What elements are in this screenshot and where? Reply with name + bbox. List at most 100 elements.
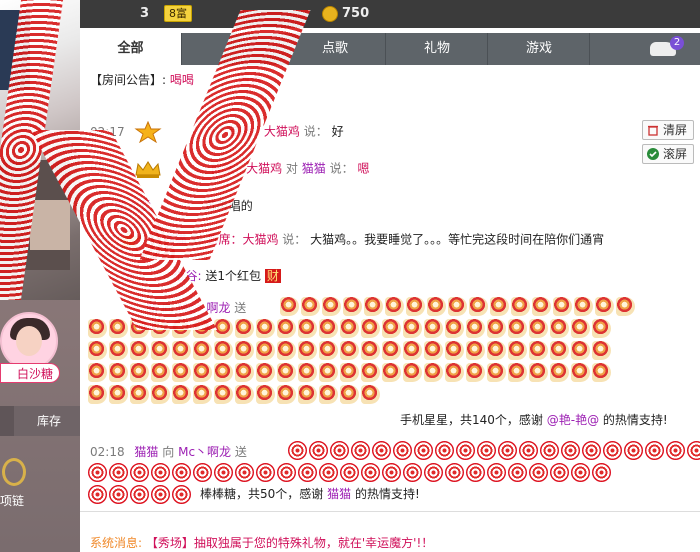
gift-icon-row: [88, 463, 613, 482]
chat-message: 17 猫猫 对 首席：大猫鸡 说： 大猫鸡。。我要睡觉了。。。等忙完这段时间在陪…: [90, 229, 604, 251]
gift-star-icon: [172, 319, 191, 338]
video-stream[interactable]: [0, 0, 80, 300]
gift-star-icon: [214, 341, 233, 360]
message-sender[interactable]: 首席：大猫鸡: [210, 162, 282, 176]
announcement-text-2: 酒酒: [237, 73, 262, 87]
gift-star-icon: [382, 341, 401, 360]
tab-gifts[interactable]: 礼物: [387, 33, 488, 65]
message-recipient[interactable]: 首席：大猫鸡: [228, 125, 300, 139]
tab-song-request[interactable]: 点歌: [285, 33, 386, 65]
gift-sender[interactable]: 猫: [146, 301, 158, 315]
message-to-label: 对: [285, 161, 298, 176]
lollipop-icon: [424, 463, 443, 482]
divider: [80, 511, 700, 512]
lollipop-icon: [130, 463, 149, 482]
gift-recipient[interactable]: Mc丶啊龙: [178, 445, 231, 459]
gift-star-icon: [109, 319, 128, 338]
gift-star-icon: [301, 297, 320, 316]
necklace-icon: [2, 458, 26, 486]
lollipop-icon: [109, 485, 128, 504]
gift-star-icon: [193, 363, 212, 382]
gift-star-icon: [616, 297, 635, 316]
announcement-text: 喝喝: [169, 73, 194, 87]
gift-star-icon: [172, 341, 191, 360]
avatar[interactable]: [0, 312, 58, 370]
gift-star-icon: [151, 341, 170, 360]
lollipop-icon: [603, 441, 622, 460]
message-sender-2[interactable]: 低谷:: [174, 269, 202, 283]
gift-star-icon: [406, 297, 425, 316]
gift-star-icon: [403, 363, 422, 382]
message-recipient[interactable]: 猫猫: [302, 162, 326, 176]
gift-star-icon: [298, 363, 317, 382]
gift-star-icon: [277, 363, 296, 382]
lollipop-icon: [466, 463, 485, 482]
lollipop-icon: [403, 463, 422, 482]
coin-balance: 750: [342, 6, 370, 21]
lollipop-icon: [456, 441, 475, 460]
left-tab-prev[interactable]: [0, 406, 14, 436]
gift-star-icon: [571, 319, 590, 338]
gift-star-icon: [550, 341, 569, 360]
gift-star-icon: [214, 319, 233, 338]
gift-star-icon: [553, 297, 572, 316]
gift-star-icon: [571, 363, 590, 382]
clear-screen-button[interactable]: 清屏: [642, 120, 694, 140]
lollipop-icon: [130, 485, 149, 504]
message-says: 说：: [303, 124, 328, 139]
gift-star-icon: [592, 341, 611, 360]
gift-star-icon: [319, 319, 338, 338]
gift-star-icon: [361, 319, 380, 338]
gift-summary: 棒棒糖，共50个，感谢 猫猫 的热情支持!: [200, 485, 420, 502]
gift-icon-row: [88, 363, 613, 382]
tab-inventory[interactable]: 库存: [18, 406, 80, 436]
message-says: 说：: [282, 232, 307, 247]
host-username[interactable]: 白沙糖: [0, 363, 60, 383]
gift-star-icon: [403, 341, 422, 360]
message-sender[interactable]: 坠: [122, 269, 134, 283]
lollipop-icon: [487, 463, 506, 482]
gift-thanks-name[interactable]: 猫猫: [327, 487, 351, 501]
gift-star-icon: [424, 319, 443, 338]
lollipop-icon: [498, 441, 517, 460]
message-sender[interactable]: 坠入爱: [115, 199, 151, 213]
gift-sender[interactable]: 猫猫: [134, 445, 158, 459]
lollipop-icon: [256, 463, 275, 482]
message-text: 大猫鸡。。我要睡觉了。。。等忙完这段时间在陪你们通宵: [310, 232, 605, 247]
gift-summary-text: 手机星星，共140个，感谢: [400, 413, 543, 427]
gift-star-icon: [319, 341, 338, 360]
gift-star-icon: [277, 319, 296, 338]
scroll-screen-button[interactable]: 滚屏: [642, 144, 694, 164]
gift-star-icon: [529, 363, 548, 382]
gift-thanks-name[interactable]: @艳-艳@: [547, 413, 599, 427]
message-recipient[interactable]: 首席：大猫鸡: [206, 233, 278, 247]
lollipop-icon: [340, 463, 359, 482]
gift-star-icon: [130, 341, 149, 360]
tab-blank[interactable]: [183, 33, 284, 65]
tab-games[interactable]: 游戏: [489, 33, 590, 65]
lollipop-icon: [109, 463, 128, 482]
gift-star-icon: [343, 297, 362, 316]
lollipop-icon: [550, 463, 569, 482]
gift-summary-text: 棒棒糖，共50个，感谢: [200, 487, 324, 501]
gift-star-icon: [340, 341, 359, 360]
message-time: 02:17: [90, 124, 125, 139]
gift-recipient[interactable]: Mc丶啊龙: [178, 301, 231, 315]
message-sender[interactable]: 猫猫: [163, 233, 187, 247]
red-packet-icon[interactable]: 财: [264, 269, 281, 283]
gift-message-header: 02:18 猫猫 向 Mc丶啊龙 送: [90, 443, 247, 460]
lollipop-icon: [298, 463, 317, 482]
gift-star-icon: [88, 341, 107, 360]
tab-all[interactable]: 全部: [80, 33, 182, 65]
gift-star-icon: [235, 341, 254, 360]
gift-star-icon: [109, 363, 128, 382]
lollipop-icon: [561, 441, 580, 460]
gift-summary-suffix: 的热情支持!: [602, 413, 668, 427]
inventory-item-necklace[interactable]: 项链: [0, 446, 80, 516]
gift-star-icon: [529, 319, 548, 338]
gift-star-icon: [487, 319, 506, 338]
star-icon: [115, 229, 143, 251]
gift-star-icon: [88, 319, 107, 338]
gift-star-icon: [277, 385, 296, 404]
system-text[interactable]: 【秀场】抽取独属于您的特殊礼物，就在'幸运魔方'!！: [146, 536, 433, 550]
